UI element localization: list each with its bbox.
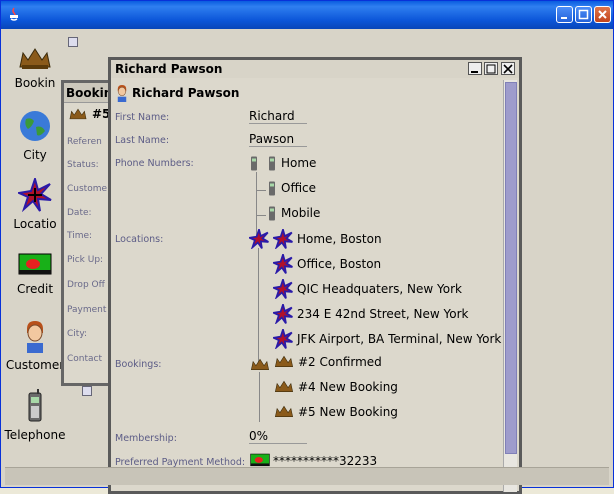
location-item[interactable]: QIC Headquaters, New York <box>273 279 462 299</box>
mobile-phone-icon <box>251 156 257 171</box>
title-bar[interactable] <box>1 1 613 29</box>
telephone-desktop-icon[interactable]: Telephone <box>0 389 75 442</box>
maximize-icon <box>486 64 496 74</box>
mobile-phone-icon <box>269 206 275 221</box>
booking-icon <box>274 380 294 392</box>
mobile-phone-icon <box>269 181 275 196</box>
booking-label: #4 New Booking <box>298 379 398 394</box>
phone-label: Mobile <box>281 206 321 220</box>
location-label: 234 E 42nd Street, New York <box>297 307 469 321</box>
field-label: Date: <box>67 208 92 218</box>
first-name-label: First Name: <box>115 112 170 123</box>
minimize-icon <box>561 17 567 19</box>
tree-line <box>256 215 266 216</box>
window-icon[interactable] <box>68 37 78 47</box>
location-icon <box>273 254 293 274</box>
phone-item[interactable]: Office <box>267 179 316 197</box>
vertical-scrollbar[interactable] <box>503 80 517 492</box>
location-label: JFK Airport, BA Terminal, New York <box>297 332 502 346</box>
location-icon <box>15 175 52 213</box>
payment-method-value[interactable]: ***********32233 <box>273 454 377 468</box>
field-label: Drop Off <box>67 280 105 290</box>
booking-label: #2 Confirmed <box>298 354 382 369</box>
globe-icon <box>20 111 50 141</box>
location-label: Office, Boston <box>297 257 382 271</box>
java-icon <box>10 7 18 21</box>
booking-icon <box>274 355 294 367</box>
membership-label: Membership: <box>115 433 177 444</box>
inner-maximize-button[interactable] <box>484 62 498 75</box>
close-icon <box>503 64 513 74</box>
maximize-button[interactable] <box>575 6 592 23</box>
inner-close-button[interactable] <box>501 62 515 75</box>
phone-label: Office <box>281 181 317 195</box>
mobile-phone-icon <box>28 389 42 422</box>
phone-label: Home <box>281 156 317 170</box>
minimize-button[interactable] <box>556 6 573 23</box>
location-item[interactable]: JFK Airport, BA Terminal, New York <box>273 329 501 349</box>
application-window: Bookin City Locatio Credit Customer Tele… <box>0 0 614 494</box>
person-window[interactable]: Richard Pawson Richard Pawson First Name… <box>108 57 522 494</box>
phone-numbers-label: Phone Numbers: <box>115 158 194 169</box>
location-item[interactable]: 234 E 42nd Street, New York <box>273 304 468 324</box>
phone-item[interactable]: Mobile <box>267 204 320 222</box>
close-icon <box>598 10 607 19</box>
booking-item[interactable]: #2 Confirmed <box>274 354 382 369</box>
field-label: Contact <box>67 354 103 364</box>
telephone-label: Telephone <box>4 428 66 442</box>
field-label: Pick Up: <box>67 255 104 265</box>
location-icon <box>273 279 293 299</box>
status-bar <box>5 467 609 485</box>
credit-card-icon <box>250 453 270 467</box>
person-name: Richard Pawson <box>132 86 240 100</box>
location-label: QIC Headquaters, New York <box>297 282 462 296</box>
location-item[interactable]: Home, Boston <box>273 229 382 249</box>
booking-label: #5 New Booking <box>298 404 398 419</box>
scroll-thumb[interactable] <box>505 82 517 454</box>
inner-minimize-button[interactable] <box>468 62 482 75</box>
field-label: Referen <box>67 137 102 147</box>
minimize-icon <box>471 71 478 73</box>
mobile-phone-icon <box>269 156 275 171</box>
person-content: Richard Pawson First Name: Richard Last … <box>111 80 503 492</box>
customer-icon <box>117 85 127 102</box>
last-name-field[interactable]: Pawson <box>249 132 307 147</box>
desktop-area: Bookin City Locatio Credit Customer Tele… <box>5 29 609 494</box>
booking-item[interactable]: #4 New Booking <box>274 379 398 394</box>
location-icon <box>273 304 293 324</box>
location-icon <box>249 229 269 249</box>
location-item[interactable]: Office, Boston <box>273 254 381 274</box>
locations-label: Locations: <box>115 234 164 245</box>
window-icon[interactable] <box>82 386 92 396</box>
person-header: Richard Pawson <box>115 84 239 102</box>
tree-line <box>256 190 266 191</box>
booking-icon <box>19 48 51 69</box>
field-label: City: <box>67 329 88 339</box>
field-label: Payment <box>67 305 107 315</box>
booking-icon <box>69 108 87 120</box>
field-label: Time: <box>67 231 93 241</box>
booking-icon <box>250 358 270 370</box>
person-window-title[interactable]: Richard Pawson <box>111 60 519 78</box>
phone-item[interactable]: Home <box>267 154 316 172</box>
credit-card-icon <box>18 253 52 275</box>
location-icon <box>273 229 293 249</box>
membership-field[interactable]: 0% <box>249 429 307 444</box>
booking-icon <box>274 405 294 417</box>
field-label: Custome <box>67 184 108 194</box>
field-label: Status: <box>67 160 99 170</box>
close-button[interactable] <box>594 6 611 23</box>
first-name-field[interactable]: Richard <box>249 109 307 124</box>
tree-line <box>258 248 259 366</box>
location-icon <box>273 329 293 349</box>
tree-line <box>259 372 260 422</box>
customer-icon <box>27 321 43 353</box>
booking-item[interactable]: #5 New Booking <box>274 404 398 419</box>
bookings-label: Bookings: <box>115 359 162 370</box>
maximize-icon <box>578 9 589 20</box>
location-label: Home, Boston <box>297 232 382 246</box>
last-name-label: Last Name: <box>115 135 170 146</box>
